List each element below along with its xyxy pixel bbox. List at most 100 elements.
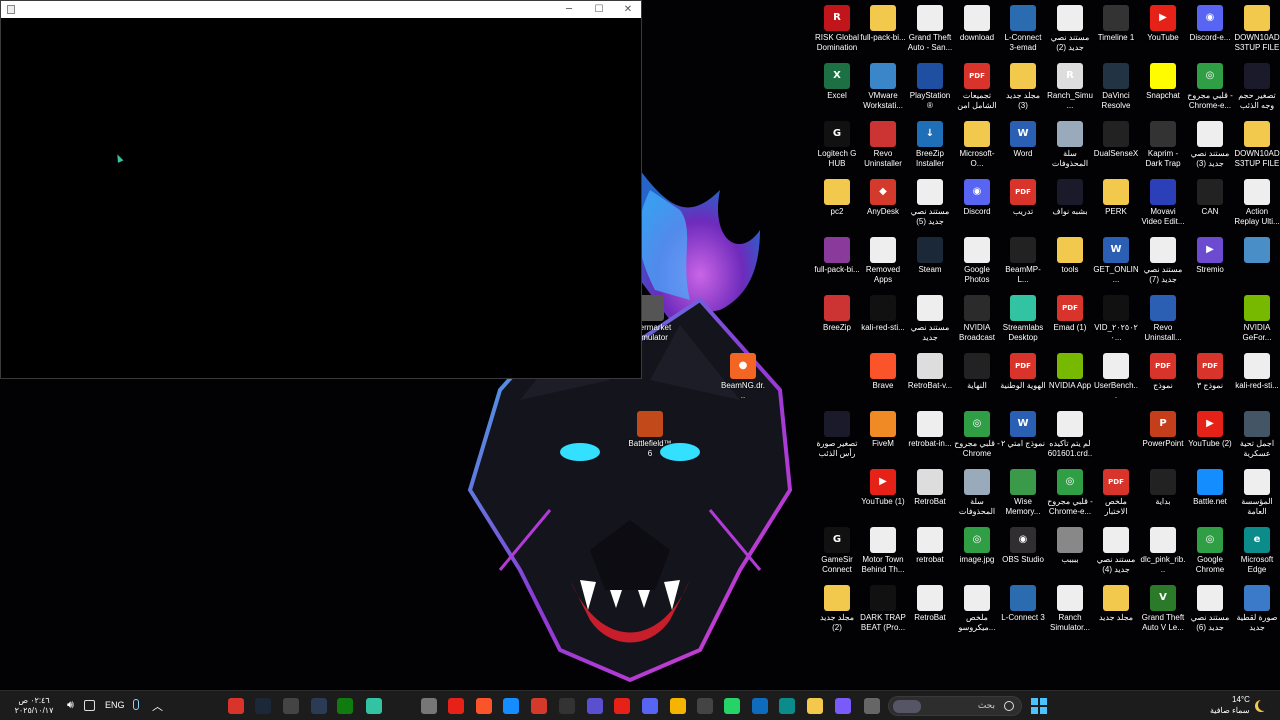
app-youtube-icon[interactable] xyxy=(448,698,464,714)
desktop-icon[interactable]: النهاية xyxy=(954,350,1000,401)
desktop-icon[interactable]: DaVinci Resolve xyxy=(1093,60,1139,111)
app-edge-icon[interactable] xyxy=(779,698,795,714)
app-chrome-icon[interactable] xyxy=(670,698,686,714)
desktop-icon[interactable]: L-Connect 3-emad xyxy=(1000,2,1046,53)
app-mask-icon[interactable] xyxy=(283,698,299,714)
clock[interactable]: ٠٢:٤٦ ص ٢٠٢٥/١٠/١٧ xyxy=(8,695,60,717)
desktop-icon[interactable]: download xyxy=(954,2,1000,53)
language-indicator[interactable]: ENG xyxy=(105,700,125,710)
desktop-icon[interactable]: R Ranch_Simu... xyxy=(1047,60,1093,111)
desktop-icon[interactable]: G Logitech G HUB xyxy=(814,118,860,169)
desktop-icon[interactable]: Streamlabs Desktop xyxy=(1000,292,1046,343)
desktop-icon[interactable]: سلة المحذوفات xyxy=(1047,118,1093,169)
desktop-icon[interactable]: مستند نصي جديد (2) xyxy=(1047,2,1093,53)
desktop-icon[interactable]: ▶ YouTube xyxy=(1140,2,1186,53)
desktop-icon[interactable]: ببببب xyxy=(1047,524,1093,575)
desktop-icon[interactable]: VID_٢٠٢٥٠٢٠... xyxy=(1093,292,1139,343)
desktop-icon[interactable]: Ranch Simulator... xyxy=(1047,582,1093,633)
desktop-icon[interactable]: NVIDIA Broadcast xyxy=(954,292,1000,343)
desktop-icon[interactable]: ▶ YouTube (1) xyxy=(860,466,906,517)
desktop-icon[interactable]: DualSenseX xyxy=(1093,118,1139,169)
desktop-icon[interactable]: سلة المحذوفات xyxy=(954,466,1000,517)
desktop-icon[interactable]: ◎ قلبي مجروح - Chrome xyxy=(954,408,1000,459)
desktop-icon[interactable]: Grand Theft Auto - San... xyxy=(907,2,953,53)
desktop-icon[interactable]: tools xyxy=(1047,234,1093,285)
desktop-icon[interactable]: X Excel xyxy=(814,60,860,111)
desktop-icon[interactable]: FiveM xyxy=(860,408,906,459)
desktop-icon[interactable]: P PowerPoint xyxy=(1140,408,1186,459)
app-explorer-icon[interactable] xyxy=(807,698,823,714)
desktop-icon[interactable]: DOWN10AD S3TUP FILE ... xyxy=(1234,118,1280,169)
desktop-icon[interactable]: NVIDIA GeFor... xyxy=(1234,292,1280,343)
desktop-icon[interactable]: Revo Uninstall... xyxy=(1140,292,1186,343)
desktop-icon[interactable]: e Microsoft Edge xyxy=(1234,524,1280,575)
desktop-icon[interactable]: Brave xyxy=(860,350,906,401)
desktop-icon[interactable]: Snapchat xyxy=(1140,60,1186,111)
desktop-icon[interactable]: retrobat-in... xyxy=(907,408,953,459)
desktop-icon[interactable]: مستند نصي جديد (3) xyxy=(1187,118,1233,169)
desktop-icon[interactable]: مستند نصي جديد (5) xyxy=(907,176,953,227)
window-content[interactable] xyxy=(1,18,641,378)
desktop-icon[interactable]: W نموذج امتي ٢ xyxy=(1000,408,1046,459)
app-steam-icon[interactable] xyxy=(255,698,271,714)
desktop-icon[interactable]: مستند نصي جديد (7) xyxy=(1140,234,1186,285)
desktop-icon[interactable]: تصغير صورة رأس الذئب xyxy=(814,408,860,459)
desktop-icon[interactable]: بداية xyxy=(1140,466,1186,517)
desktop-icon[interactable]: Steam xyxy=(907,234,953,285)
desktop-icon[interactable]: صورة لقطية جديد xyxy=(1234,582,1280,633)
desktop-icon[interactable]: Google Photos xyxy=(954,234,1000,285)
desktop-icon[interactable]: BeamMP-L... xyxy=(1000,234,1046,285)
weather-widget[interactable]: 14°C سماء صافية xyxy=(1196,694,1276,718)
app-brave-icon[interactable] xyxy=(476,698,492,714)
desktop-icon[interactable]: مستند نصي جديد (4) xyxy=(1093,524,1139,575)
desktop-icon[interactable]: PDF تجميعات الشامل امن xyxy=(954,60,1000,111)
desktop-icon[interactable]: مجلد جديد (3) xyxy=(1000,60,1046,111)
desktop-icon[interactable]: retrobat xyxy=(907,524,953,575)
desktop-icon[interactable]: Action Replay Ulti... xyxy=(1234,176,1280,227)
desktop-icon[interactable]: BreeZip xyxy=(814,292,860,343)
desktop-icon[interactable]: Battle.net xyxy=(1187,466,1233,517)
desktop-icon[interactable]: RetroBat xyxy=(907,466,953,517)
desktop-icon[interactable]: RetroBat-v... xyxy=(907,350,953,401)
desktop-icon[interactable]: W GET_ONLIN... xyxy=(1093,234,1139,285)
desktop-icon[interactable]: ملخص ميكروسو... xyxy=(954,582,1000,633)
desktop-icon[interactable]: PDF ملخص الاختبار الشامل xyxy=(1093,466,1139,517)
desktop-icon[interactable]: CAN xyxy=(1187,176,1233,227)
desktop-icon[interactable]: DOWN10AD S3TUP FILE ... xyxy=(1234,2,1280,53)
start-button[interactable] xyxy=(1031,698,1047,714)
desktop-icon[interactable]: L-Connect 3 xyxy=(1000,582,1046,633)
desktop-icon[interactable]: PDF الهوية الوطنية xyxy=(1000,350,1046,401)
desktop-icon[interactable]: ◎ image.jpg xyxy=(954,524,1000,575)
app-discord-icon[interactable] xyxy=(642,698,658,714)
window-titlebar[interactable]: ─ ☐ ✕ xyxy=(1,1,641,18)
search-box[interactable]: بحث xyxy=(888,696,1022,716)
desktop-icon[interactable]: اجمل تحية عسكرية xyxy=(1234,408,1280,459)
desktop-icon[interactable]: NVIDIA App xyxy=(1047,350,1093,401)
desktop-icon[interactable]: PDF تدريب xyxy=(1000,176,1046,227)
desktop-icon[interactable]: ◎ Google Chrome xyxy=(1187,524,1233,575)
maximize-icon[interactable]: ☐ xyxy=(584,1,614,18)
app-store-icon[interactable] xyxy=(421,698,437,714)
desktop-icon[interactable]: ◉ Discord-e... xyxy=(1187,2,1233,53)
desktop-icon[interactable]: مجلد جديد xyxy=(1093,582,1139,633)
desktop-icon[interactable]: ◆ AnyDesk xyxy=(860,176,906,227)
desktop-icon[interactable]: Revo Uninstaller xyxy=(860,118,906,169)
desktop-icon[interactable]: بشبه نواف xyxy=(1047,176,1093,227)
desktop-icon[interactable]: Microsoft-O... xyxy=(954,118,1000,169)
desktop-icon[interactable]: ↓ BreeZip Installer xyxy=(907,118,953,169)
desktop-icon[interactable]: Kaprim - Dark Trap B... xyxy=(1140,118,1186,169)
desktop-icon[interactable]: PDF نموذج ٣ xyxy=(1187,350,1233,401)
desktop-icon[interactable]: dlc_pink_rib... xyxy=(1140,524,1186,575)
desktop-icon[interactable]: ▶ YouTube (2) xyxy=(1187,408,1233,459)
desktop-icon[interactable]: Battlefield™ 6 xyxy=(627,408,673,459)
desktop-icon[interactable]: ◎ قلبي مجروح - Chrome-e... xyxy=(1047,466,1093,517)
desktop-icon[interactable]: ◉ OBS Studio xyxy=(1000,524,1046,575)
desktop-icon[interactable]: G GameSir Connect xyxy=(814,524,860,575)
desktop-icon[interactable]: Removed Apps xyxy=(860,234,906,285)
close-icon[interactable]: ✕ xyxy=(613,1,643,18)
microphone-icon[interactable] xyxy=(133,699,139,710)
app-window-icon[interactable] xyxy=(864,698,880,714)
desktop-icon[interactable]: ◎ قلبي مجروح - Chrome-e... xyxy=(1187,60,1233,111)
desktop-icon[interactable]: Wise Memory... xyxy=(1000,466,1046,517)
desktop-icon[interactable]: V Grand Theft Auto V Le... xyxy=(1140,582,1186,633)
